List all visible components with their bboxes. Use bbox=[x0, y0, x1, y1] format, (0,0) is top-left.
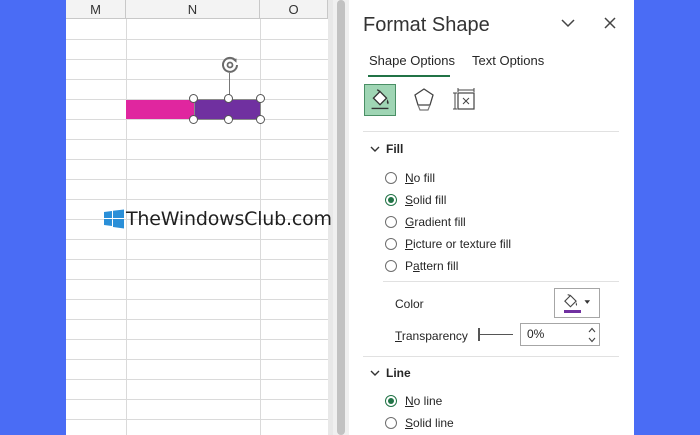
fill-line-button[interactable] bbox=[364, 84, 396, 116]
radio-button[interactable] bbox=[385, 260, 397, 272]
color-swatch bbox=[564, 310, 581, 313]
grid-line bbox=[66, 159, 328, 160]
fill-section-heading[interactable]: Fill bbox=[386, 142, 403, 156]
resize-handle-top-right[interactable] bbox=[256, 94, 265, 103]
radio-button[interactable] bbox=[385, 238, 397, 250]
resize-handle-top[interactable] bbox=[224, 94, 233, 103]
pane-title: Format Shape bbox=[363, 14, 490, 36]
grid-line bbox=[66, 239, 328, 240]
size-properties-icon bbox=[453, 88, 475, 110]
radio-button-selected[interactable] bbox=[385, 194, 397, 206]
radio-label: Solid fill bbox=[405, 193, 447, 207]
radio-solid-line[interactable]: Solid line bbox=[385, 414, 454, 432]
radio-picture-texture-fill[interactable]: Picture or texture fill bbox=[385, 235, 511, 253]
column-label: N bbox=[187, 2, 198, 17]
resize-handle-bottom[interactable] bbox=[224, 115, 233, 124]
column-label: O bbox=[288, 2, 299, 17]
radio-pattern-fill[interactable]: Pattern fill bbox=[385, 257, 458, 275]
color-label: Color bbox=[395, 297, 424, 311]
divider bbox=[383, 281, 619, 282]
radio-label: Pattern fill bbox=[405, 259, 459, 273]
grid-line bbox=[66, 79, 328, 80]
radio-button-selected[interactable] bbox=[385, 395, 397, 407]
watermark-text: TheWindowsClub.com bbox=[126, 208, 332, 230]
pink-shape[interactable] bbox=[126, 100, 196, 119]
grid-line bbox=[66, 399, 328, 400]
radio-label: No line bbox=[405, 394, 443, 408]
column-header-o[interactable]: O bbox=[260, 0, 328, 19]
transparency-input[interactable]: 0% bbox=[520, 323, 600, 346]
transparency-slider-track[interactable] bbox=[479, 334, 513, 335]
radio-no-fill[interactable]: No fill bbox=[385, 169, 435, 187]
radio-button[interactable] bbox=[385, 216, 397, 228]
size-properties-button[interactable] bbox=[450, 84, 482, 116]
grid-line bbox=[66, 319, 328, 320]
chevron-down-icon[interactable] bbox=[370, 368, 380, 378]
column-label: M bbox=[90, 2, 101, 17]
divider bbox=[363, 131, 619, 132]
radio-label: Gradient fill bbox=[405, 215, 466, 229]
windows-logo-icon bbox=[104, 209, 124, 229]
grid-line bbox=[66, 59, 328, 60]
grid-line bbox=[66, 199, 328, 200]
color-picker-button[interactable] bbox=[554, 288, 600, 318]
resize-handle-top-left[interactable] bbox=[189, 94, 198, 103]
vertical-scrollbar[interactable] bbox=[333, 0, 349, 435]
radio-button[interactable] bbox=[385, 417, 397, 429]
resize-handle-bottom-right[interactable] bbox=[256, 115, 265, 124]
scrollbar-thumb[interactable] bbox=[337, 0, 345, 435]
line-section-heading[interactable]: Line bbox=[386, 366, 411, 380]
grid-line bbox=[66, 259, 328, 260]
transparency-value: 0% bbox=[527, 327, 545, 341]
effects-button[interactable] bbox=[408, 84, 440, 116]
radio-button[interactable] bbox=[385, 172, 397, 184]
radio-solid-fill[interactable]: Solid fill bbox=[385, 191, 446, 209]
grid-line bbox=[66, 359, 328, 360]
transparency-label: Transparency bbox=[395, 329, 468, 343]
tab-text-options[interactable]: Text Options bbox=[472, 53, 544, 68]
close-icon[interactable] bbox=[601, 14, 619, 32]
radio-gradient-fill[interactable]: Gradient fill bbox=[385, 213, 466, 231]
grid-line bbox=[66, 419, 328, 420]
tab-shape-options[interactable]: Shape Options bbox=[369, 53, 455, 68]
column-header-m[interactable]: M bbox=[66, 0, 126, 19]
watermark: TheWindowsClub.com bbox=[104, 208, 332, 230]
radio-no-line[interactable]: No line bbox=[385, 392, 442, 410]
column-header-n[interactable]: N bbox=[126, 0, 260, 19]
grid-line bbox=[66, 299, 328, 300]
effects-icon bbox=[414, 88, 434, 111]
format-shape-pane: Format Shape Shape Options Text Options bbox=[349, 0, 634, 435]
spin-arrows-icon[interactable] bbox=[588, 326, 596, 344]
radio-label: No fill bbox=[405, 171, 436, 185]
active-tab-indicator bbox=[368, 75, 450, 77]
chevron-down-icon[interactable] bbox=[370, 144, 380, 154]
grid-line bbox=[66, 279, 328, 280]
resize-handle-bottom-left[interactable] bbox=[189, 115, 198, 124]
radio-label: Picture or texture fill bbox=[405, 237, 512, 251]
divider bbox=[363, 356, 619, 357]
chevron-down-icon[interactable] bbox=[559, 14, 577, 32]
grid-line bbox=[66, 379, 328, 380]
radio-label: Solid line bbox=[405, 416, 454, 430]
rotate-handle-icon[interactable] bbox=[219, 54, 241, 76]
grid-line bbox=[66, 179, 328, 180]
grid-line bbox=[66, 139, 328, 140]
grid-line bbox=[66, 339, 328, 340]
grid-line bbox=[66, 39, 328, 40]
fill-line-icon bbox=[371, 89, 389, 110]
background-frame bbox=[634, 0, 700, 435]
